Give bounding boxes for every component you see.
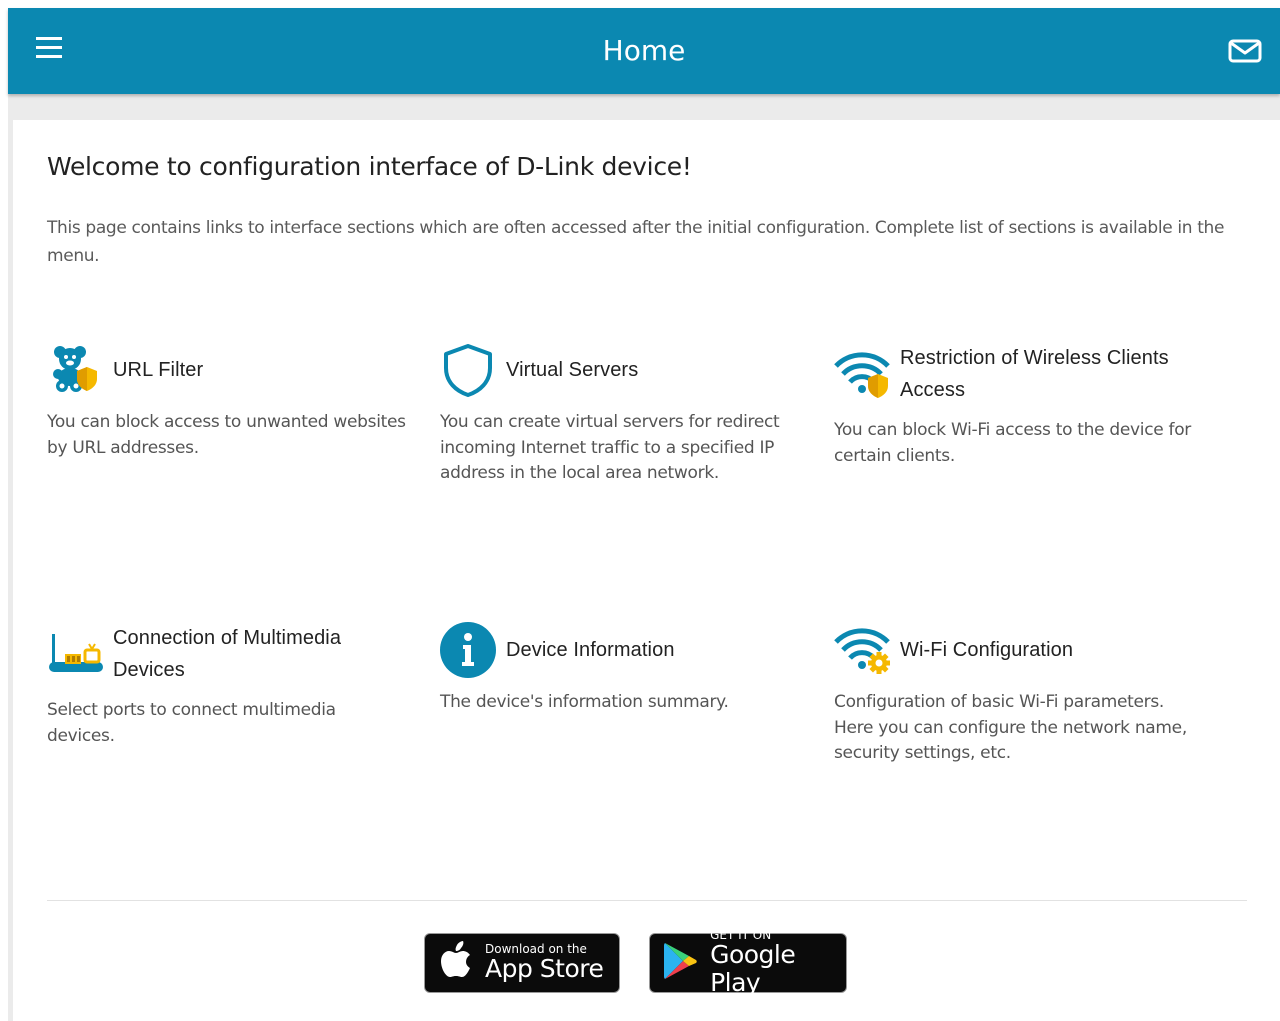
card-description: You can create virtual servers for redir…	[440, 412, 780, 483]
wifi-shield-icon	[834, 346, 890, 402]
card-description: Select ports to connect multimedia devic…	[47, 700, 336, 746]
card-description: The device's information summary.	[440, 692, 729, 712]
welcome-heading: Welcome to configuration interface of D-…	[47, 152, 692, 181]
top-bar: Home	[8, 8, 1280, 94]
url-filter-link[interactable]: URL Filter	[47, 342, 407, 398]
card-title: Connection of Multimedia Devices	[113, 627, 342, 681]
intro-text: This page contains links to interface se…	[47, 218, 1225, 266]
google-play-icon	[662, 941, 700, 986]
page-title: Home	[602, 34, 686, 67]
main-panel: Welcome to configuration interface of D-…	[13, 120, 1280, 1021]
app-store-big-text: App Store	[485, 954, 604, 983]
google-play-big-text: Google Play	[710, 940, 796, 997]
card-description: Configuration of basic Wi-Fi parameters.…	[834, 692, 1187, 763]
google-play-badge[interactable]: GET IT ON Google Play	[649, 929, 847, 997]
teddy-bear-shield-icon	[47, 342, 103, 398]
card-description: You can block access to unwanted website…	[47, 412, 406, 458]
app-frame: Home Welcome to configuration interface …	[8, 8, 1280, 1021]
card-url-filter: URL Filter You can block access to unwan…	[47, 342, 407, 461]
card-wifi-config: Wi-Fi Configuration Configuration of bas…	[834, 622, 1194, 767]
apple-icon	[439, 940, 479, 986]
card-title: Virtual Servers	[506, 359, 639, 381]
mail-icon[interactable]	[1228, 39, 1262, 63]
card-multimedia: Connection of Multimedia Devices Select …	[47, 622, 407, 749]
card-title: Device Information	[506, 639, 675, 661]
card-virtual-servers: Virtual Servers You can create virtual s…	[440, 342, 800, 487]
card-device-info: Device Information The device's informat…	[440, 622, 800, 716]
wifi-config-link[interactable]: Wi-Fi Configuration	[834, 622, 1194, 678]
shield-icon	[440, 342, 496, 398]
card-wireless-restriction: Restriction of Wireless Clients Access Y…	[834, 342, 1194, 469]
wifi-gear-icon	[834, 622, 890, 678]
card-title: Restriction of Wireless Clients Access	[900, 347, 1169, 401]
info-icon	[440, 622, 496, 678]
card-title: Wi-Fi Configuration	[900, 639, 1074, 661]
router-multimedia-icon	[47, 626, 103, 682]
virtual-servers-link[interactable]: Virtual Servers	[440, 342, 800, 398]
multimedia-link[interactable]: Connection of Multimedia Devices	[47, 622, 407, 686]
divider	[47, 900, 1247, 901]
card-description: You can block Wi-Fi access to the device…	[834, 420, 1191, 466]
app-store-badge[interactable]: Download on the App Store	[424, 933, 620, 993]
device-info-link[interactable]: Device Information	[440, 622, 800, 678]
wireless-restriction-link[interactable]: Restriction of Wireless Clients Access	[834, 342, 1194, 406]
card-title: URL Filter	[113, 359, 204, 381]
